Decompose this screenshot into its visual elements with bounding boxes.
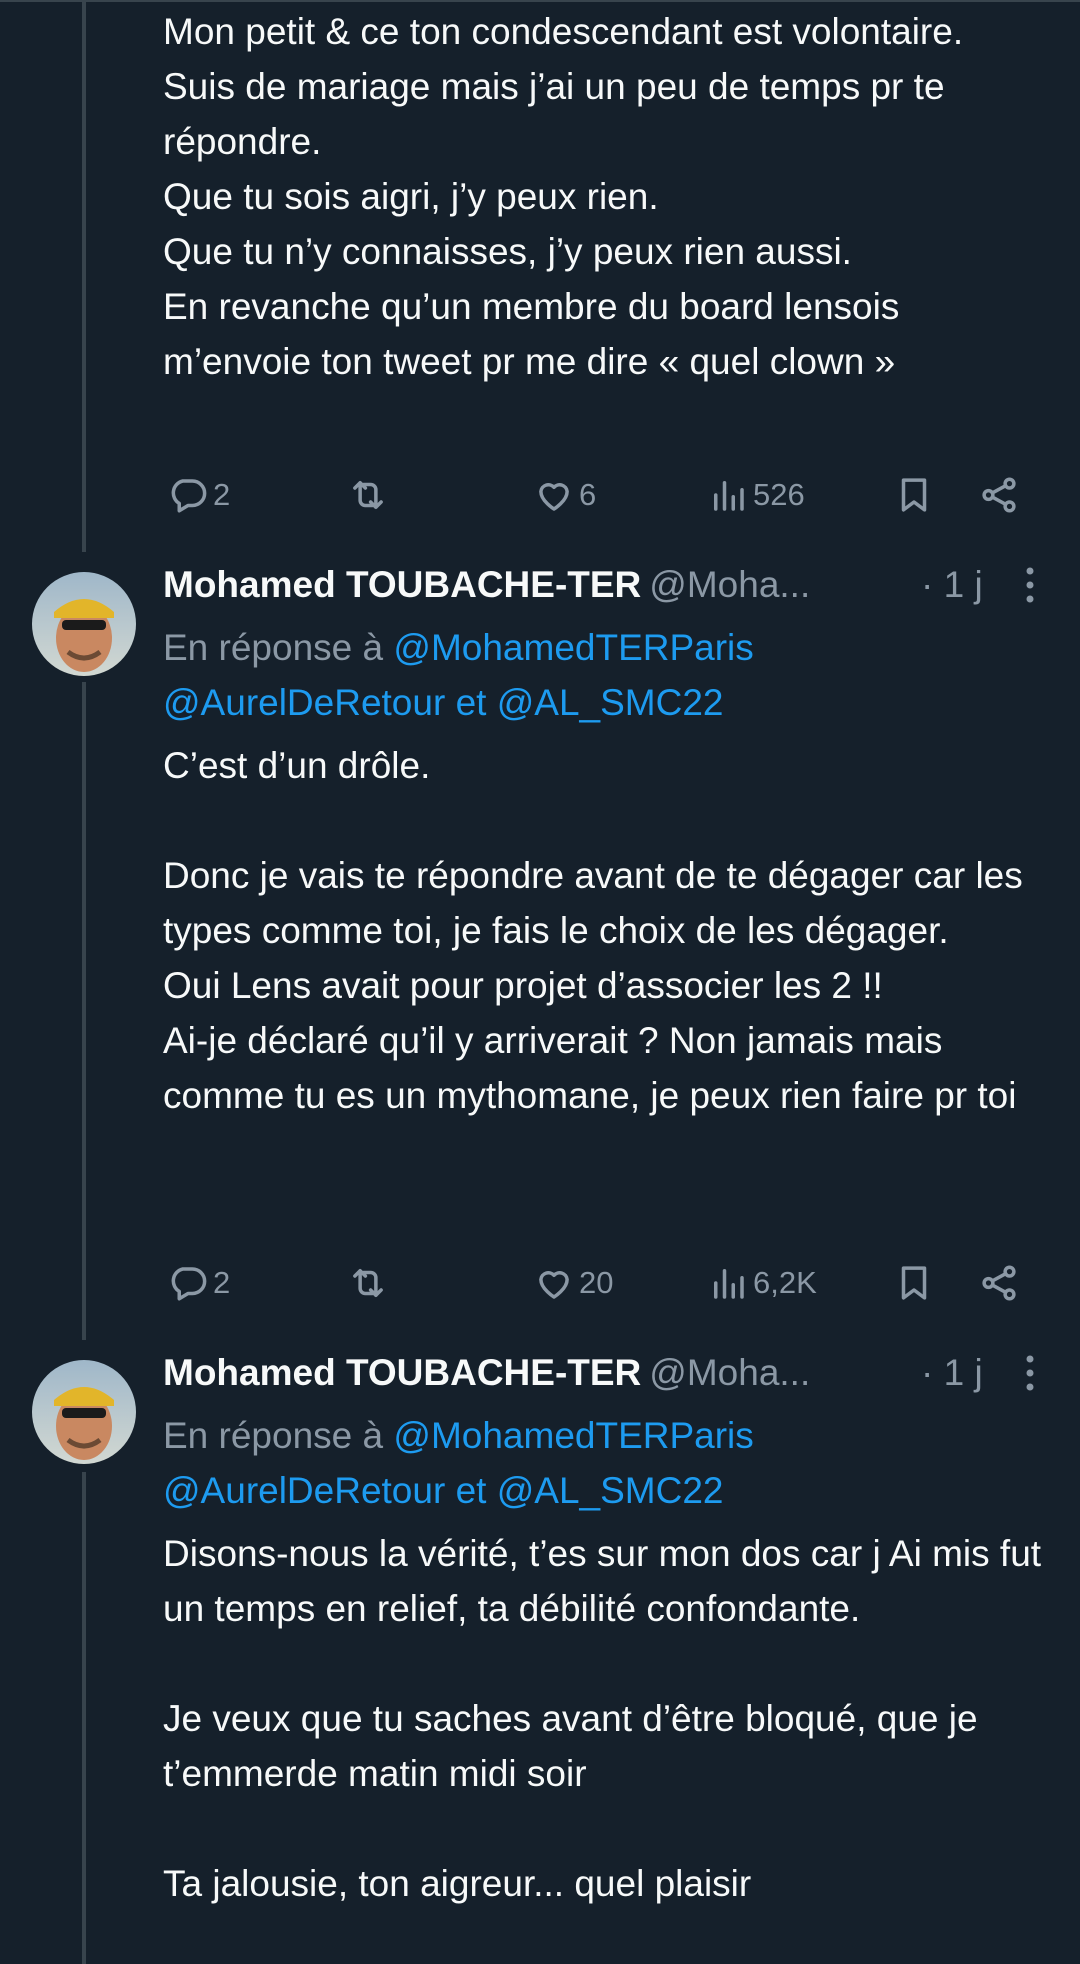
top-divider (0, 0, 1080, 2)
mention-link[interactable]: @AL_SMC22 (497, 682, 724, 723)
views-count: 526 (753, 477, 805, 512)
tweet-text: Mon petit & ce ton condescendant est vol… (163, 11, 964, 382)
share-icon (982, 477, 1016, 513)
like-count: 6 (579, 477, 597, 512)
avatar-image (32, 1360, 136, 1464)
mention-link[interactable]: @AurelDeRetour (163, 1470, 445, 1511)
avatar[interactable] (32, 572, 136, 676)
repost-button[interactable] (347, 1253, 393, 1313)
thread-line (82, 1472, 86, 1964)
like-button[interactable]: 20 (533, 1253, 613, 1313)
reply-context: En réponse à @MohamedTERParis @AurelDeRe… (163, 1408, 1043, 1518)
mention-link[interactable]: @AL_SMC22 (497, 1470, 724, 1511)
tweet-actions: 2 20 6,2K (163, 1253, 1035, 1313)
tweet-timestamp[interactable]: · 1 j (921, 1345, 983, 1401)
reply-context: En réponse à @MohamedTERParis @AurelDeRe… (163, 620, 1043, 730)
views-button[interactable]: 6,2K (707, 1253, 817, 1313)
mention-link[interactable]: @MohamedTERParis (393, 627, 753, 668)
reply-count: 2 (213, 477, 231, 512)
like-icon (539, 483, 569, 511)
reply-button[interactable]: 2 (167, 1253, 230, 1313)
share-button[interactable] (978, 1253, 1020, 1313)
reply-joiner: et (455, 682, 487, 723)
thread-line (82, 682, 86, 1340)
like-icon (539, 1271, 569, 1299)
bookmark-icon (901, 478, 927, 512)
reply-icon (171, 479, 207, 513)
tweet-text: C’est d’un drôle. Donc je vais te répond… (163, 745, 1023, 1116)
like-button[interactable]: 6 (533, 465, 596, 525)
bookmark-button[interactable] (893, 465, 935, 525)
reply-button[interactable]: 2 (167, 465, 230, 525)
reply-joiner: et (455, 1470, 487, 1511)
mention-link[interactable]: @AurelDeRetour (163, 682, 445, 723)
reply-prefix: En réponse à (163, 1415, 384, 1456)
views-icon (714, 1269, 744, 1299)
views-button[interactable]: 526 (707, 465, 805, 525)
tweet-timestamp[interactable]: · 1 j (921, 557, 983, 613)
mention-link[interactable]: @MohamedTERParis (393, 1415, 753, 1456)
bookmark-icon (901, 1266, 927, 1300)
tweet-actions: 2 6 526 (163, 465, 1035, 525)
like-count: 20 (579, 1265, 614, 1300)
tweet-header: Mohamed TOUBACHE-TER @Moha... · 1 j (163, 1345, 1043, 1401)
more-icon[interactable] (1016, 1351, 1044, 1395)
repost-icon (353, 1269, 383, 1297)
avatar[interactable] (32, 1360, 136, 1464)
author-name[interactable]: Mohamed TOUBACHE-TER (163, 1352, 641, 1393)
avatar-image (32, 572, 136, 676)
author-handle[interactable]: @Moha... (649, 564, 810, 605)
views-count: 6,2K (753, 1265, 817, 1300)
bookmark-button[interactable] (893, 1253, 935, 1313)
author-handle[interactable]: @Moha... (649, 1352, 810, 1393)
share-icon (982, 1265, 1016, 1301)
reply-count: 2 (213, 1265, 231, 1300)
repost-button[interactable] (347, 465, 393, 525)
views-icon (714, 481, 744, 511)
reply-prefix: En réponse à (163, 627, 384, 668)
thread-line (82, 0, 86, 552)
author-name[interactable]: Mohamed TOUBACHE-TER (163, 564, 641, 605)
tweet-header: Mohamed TOUBACHE-TER @Moha... · 1 j (163, 557, 1043, 613)
reply-icon (171, 1267, 207, 1301)
tweet-text: Disons-nous la vérité, t’es sur mon dos … (163, 1533, 1042, 1904)
repost-icon (353, 481, 383, 509)
more-icon[interactable] (1016, 563, 1044, 607)
share-button[interactable] (978, 465, 1020, 525)
